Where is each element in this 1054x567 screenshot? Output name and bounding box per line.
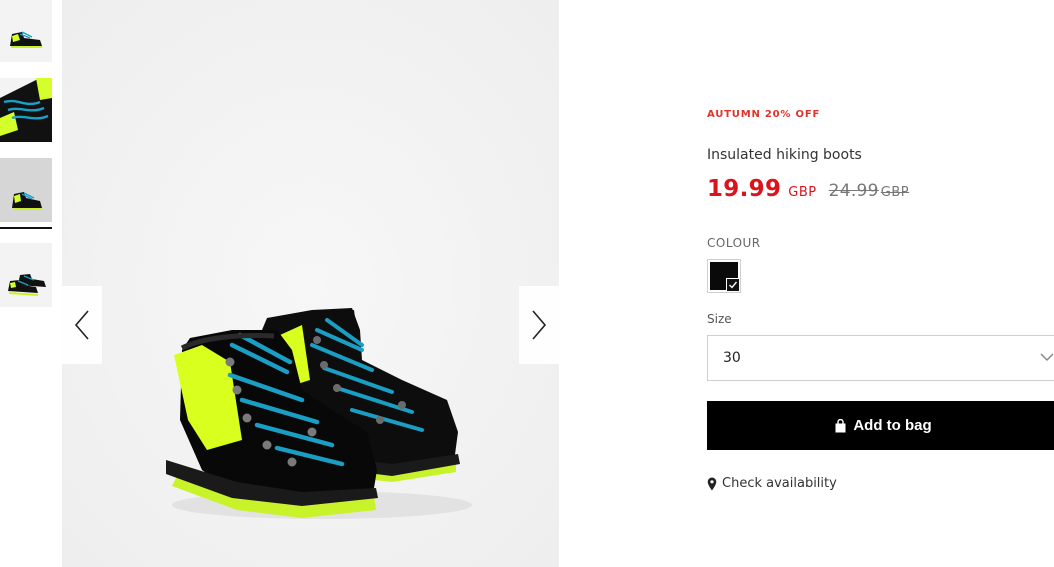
add-to-bag-button[interactable]: Add to bag [707, 401, 1054, 450]
chevron-right-icon [532, 310, 547, 340]
check-icon [726, 278, 740, 292]
current-price: 19.99 [707, 176, 782, 202]
check-availability-label: Check availability [722, 476, 837, 491]
product-title: Insulated hiking boots [707, 147, 862, 163]
current-price-currency: GBP [788, 185, 817, 200]
boots-pair-thumbnail-image [0, 243, 52, 307]
promo-label: AUTUMN 20% OFF [707, 109, 821, 120]
map-pin-icon [707, 477, 717, 491]
next-image-button[interactable] [519, 286, 559, 364]
size-select[interactable]: 30 [707, 335, 1054, 381]
check-availability-link[interactable]: Check availability [707, 476, 837, 491]
size-selected-value: 30 [723, 350, 741, 366]
size-label: Size [707, 312, 732, 326]
chevron-down-icon [1040, 353, 1054, 362]
thumbnail-2[interactable] [0, 78, 52, 142]
boots-thumbnail-image [0, 0, 52, 62]
shopping-bag-icon [834, 418, 847, 433]
price-row: 19.99 GBP 24.99 GBP [707, 176, 909, 202]
thumbnail-1[interactable] [0, 0, 52, 62]
add-to-bag-label: Add to bag [853, 417, 932, 434]
selected-thumbnail-indicator [0, 227, 52, 229]
old-price-currency: GBP [880, 185, 910, 200]
hiking-boots-image [62, 0, 559, 567]
main-product-image [62, 0, 559, 567]
boots-grey-thumbnail-image [0, 158, 52, 222]
colour-swatch-fill [710, 262, 740, 292]
old-price: 24.99 [828, 181, 879, 201]
colour-label: COLOUR [707, 236, 761, 250]
previous-image-button[interactable] [62, 286, 102, 364]
thumbnail-3[interactable] [0, 158, 52, 222]
colour-swatch-black[interactable] [707, 259, 741, 293]
boots-laces-thumbnail-image [0, 78, 52, 142]
thumbnail-4[interactable] [0, 243, 52, 307]
chevron-left-icon [74, 310, 89, 340]
